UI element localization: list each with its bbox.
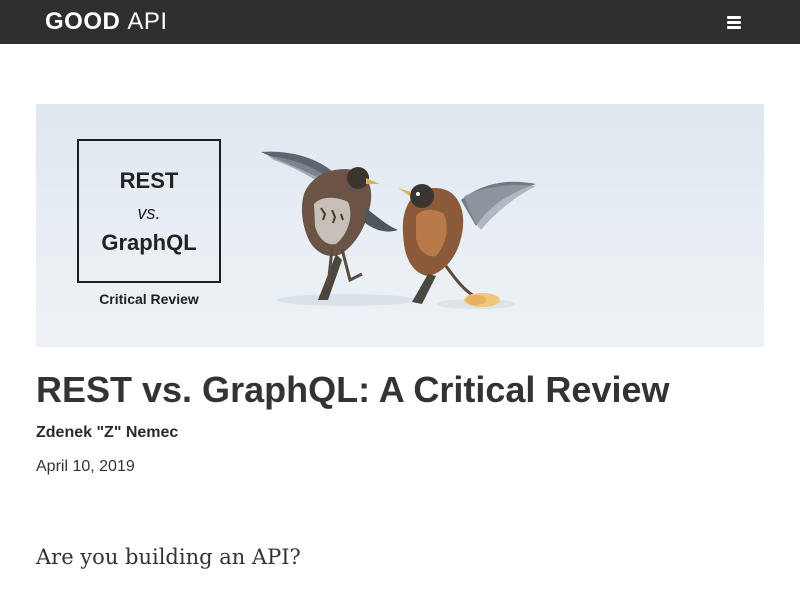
- hero-title-box: REST vs. GraphQL: [77, 139, 221, 283]
- logo-api-text: API: [127, 8, 168, 35]
- hero-box-vs: vs.: [137, 203, 161, 223]
- site-logo[interactable]: GOOD API: [45, 9, 168, 35]
- hamburger-menu-icon[interactable]: [722, 12, 746, 32]
- hero-box-rest: REST: [119, 168, 179, 193]
- logo-good-text: GOOD: [45, 8, 121, 35]
- article-title: REST vs. GraphQL: A Critical Review: [36, 369, 670, 410]
- left-bird: [261, 151, 398, 300]
- menu-line: [727, 26, 741, 29]
- hero-image: REST vs. GraphQL Critical Review: [36, 104, 764, 347]
- article-author[interactable]: Zdenek "Z" Nemec: [36, 424, 178, 442]
- hero-box-graphql: GraphQL: [101, 230, 197, 255]
- top-navigation-bar: GOOD API: [0, 0, 800, 44]
- article-lead-paragraph: Are you building an API?: [36, 545, 301, 569]
- menu-line: [727, 21, 741, 24]
- hero-caption: Critical Review: [99, 291, 199, 307]
- right-bird: [398, 181, 536, 307]
- article-date: April 10, 2019: [36, 458, 135, 475]
- menu-line: [727, 16, 741, 19]
